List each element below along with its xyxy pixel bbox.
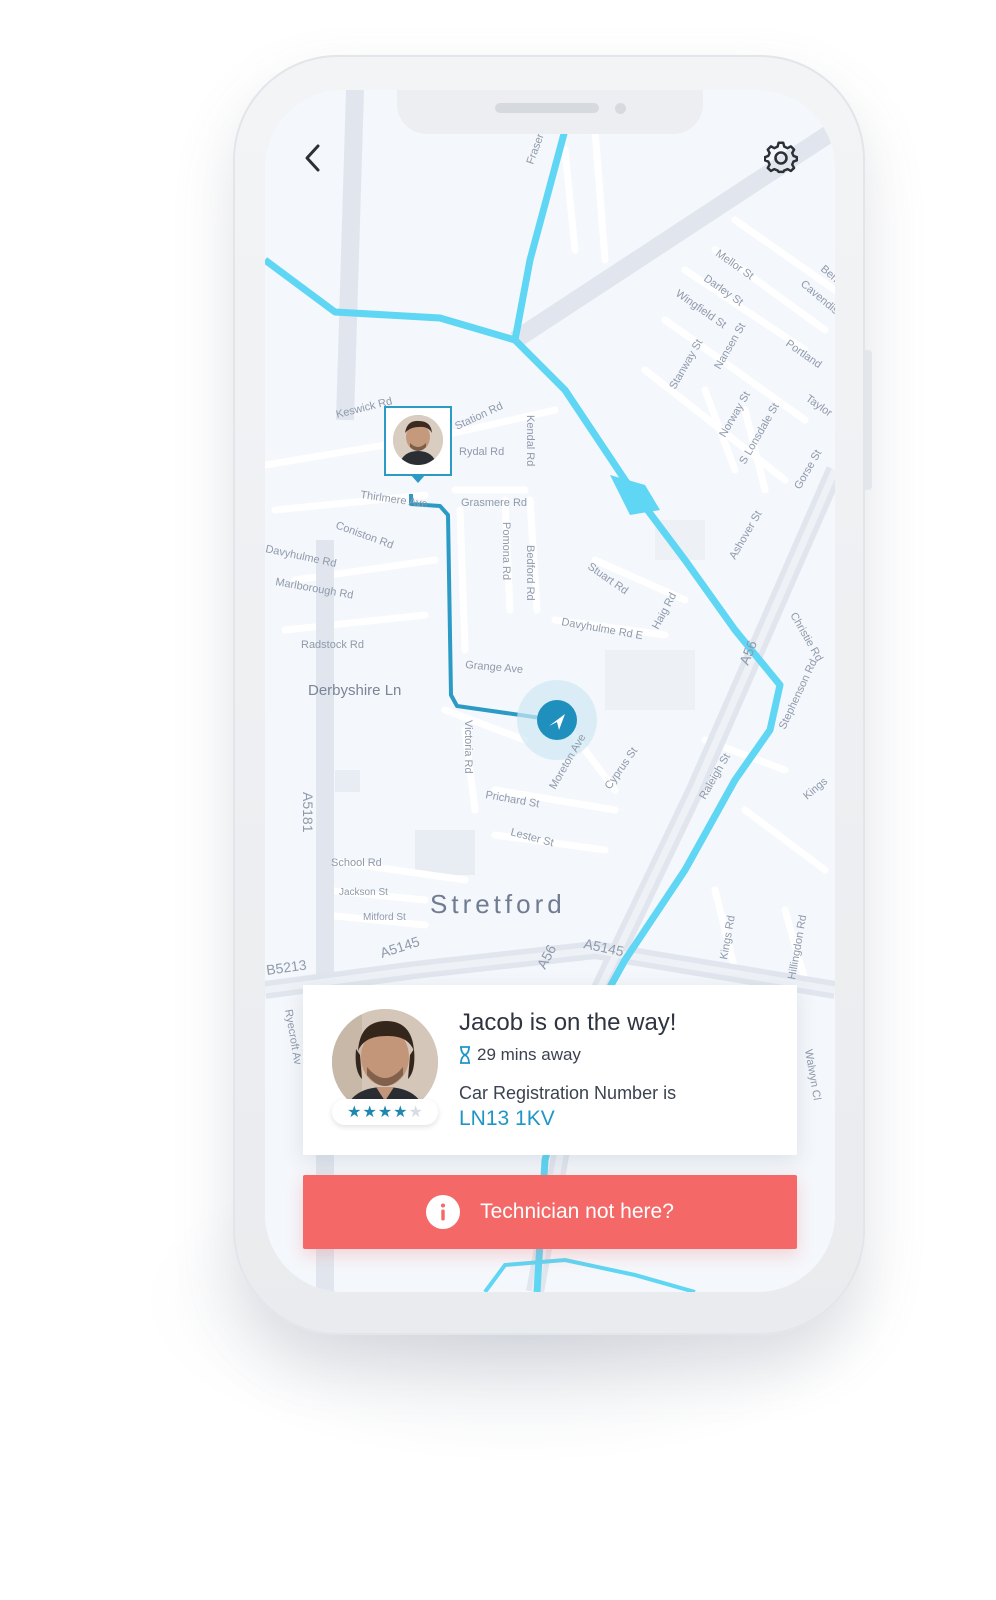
app-screen: Keswick Rd Station Rd Rydal Rd Kendal Rd… [265,90,835,1292]
technician-not-here-label: Technician not here? [480,1200,674,1223]
eta-row: 29 mins away [459,1045,581,1065]
svg-text:Derbyshire Ln: Derbyshire Ln [308,682,401,699]
technician-not-here-button[interactable]: Technician not here? [303,1175,797,1249]
driver-map-pin[interactable] [384,406,452,476]
star-icon: ★ [393,1102,408,1121]
svg-text:Mitford St: Mitford St [363,912,406,923]
info-icon [426,1195,461,1229]
driver-card: ★ ★ ★ ★ ★ Jacob is on the way! 29 mins a… [303,985,797,1155]
svg-text:Radstock Rd: Radstock Rd [301,639,364,651]
svg-text:Jackson St: Jackson St [339,887,388,898]
svg-text:Kendal Rd: Kendal Rd [524,415,536,466]
registration-number: LN13 1KV [459,1107,555,1130]
back-button[interactable] [295,140,331,176]
svg-text:Pomona Rd: Pomona Rd [500,522,512,580]
hourglass-icon [460,1046,470,1064]
phone-side-button [865,350,872,490]
gear-icon [764,141,798,174]
svg-text:School Rd: School Rd [331,857,382,869]
svg-text:Bedford Rd: Bedford Rd [524,545,536,601]
chevron-left-icon [305,144,320,172]
star-icon: ★ [362,1102,377,1121]
star-icon: ★ [347,1102,362,1121]
svg-text:Rydal Rd: Rydal Rd [459,446,504,458]
speaker-grille [495,103,599,113]
map-area-label: Stretford [430,889,566,919]
phone-notch [397,90,703,134]
driver-rating: ★ ★ ★ ★ ★ [332,1099,438,1125]
driver-status-title: Jacob is on the way! [459,1009,677,1036]
eta-text: 29 mins away [477,1045,581,1064]
driver-pin-avatar [393,415,443,465]
registration-label: Car Registration Number is [459,1083,677,1103]
svg-text:Grasmere Rd: Grasmere Rd [461,497,527,509]
star-icon: ★ [377,1102,393,1121]
front-camera [615,103,626,114]
svg-text:A5181: A5181 [300,792,316,833]
svg-text:Victoria Rd: Victoria Rd [462,720,474,774]
star-empty-icon: ★ [408,1102,423,1121]
driver-pin-pointer [410,474,426,483]
settings-button[interactable] [761,138,801,178]
